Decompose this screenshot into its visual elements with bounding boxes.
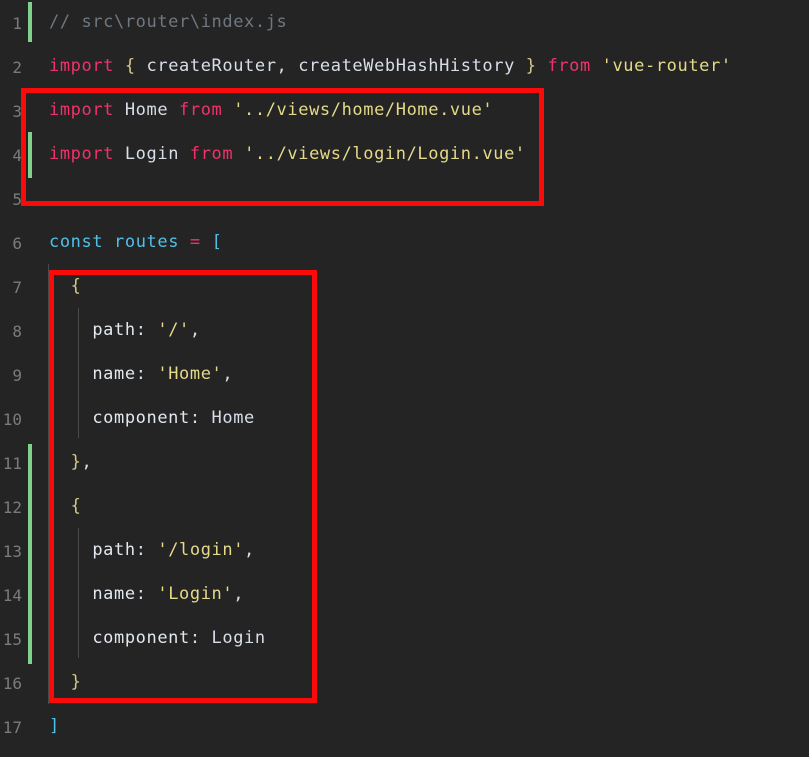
token-punct: ,	[233, 584, 245, 604]
token-keyword: import	[49, 56, 115, 76]
code-content[interactable]: // src\router\index.js import { createRou…	[0, 0, 809, 757]
token-kw2: routes	[114, 232, 180, 252]
token-string: '../views/home/Home.vue'	[233, 100, 494, 120]
token-punct: :	[135, 540, 158, 560]
code-line[interactable]: name: 'Login',	[49, 584, 245, 604]
token-punct: ,	[81, 452, 93, 472]
token-ident: Home	[211, 408, 255, 428]
token-brace: }	[525, 56, 537, 76]
token-string: '/login'	[157, 540, 245, 560]
code-line[interactable]: }	[49, 672, 82, 692]
token-brace: }	[49, 452, 82, 472]
code-line[interactable]: {	[49, 276, 82, 296]
code-line[interactable]: component: Home	[49, 408, 255, 428]
token-keyword: from	[179, 100, 223, 120]
token-keyword: import	[49, 144, 115, 164]
token-punct: :	[135, 584, 158, 604]
token-string: '/'	[157, 320, 190, 340]
token-string: '../views/login/Login.vue'	[244, 144, 526, 164]
token-keyword: import	[49, 100, 115, 120]
code-line[interactable]: path: '/login',	[49, 540, 255, 560]
token-prop: component	[49, 408, 190, 428]
code-line[interactable]: {	[49, 496, 82, 516]
token-brace: {	[124, 56, 136, 76]
code-line[interactable]: },	[49, 452, 93, 472]
token-bracket: ]	[49, 716, 60, 736]
code-editor: 1 2 3 4 5 6 7 8 9 10 11 12 13 14 15 16 17 // src\router\…	[0, 0, 809, 757]
token-keyword: from	[189, 144, 234, 164]
token-keyword: from	[547, 56, 591, 76]
code-line[interactable]: // src\router\index.js	[49, 12, 288, 32]
code-line[interactable]: import { createRouter, createWebHashHist…	[49, 56, 732, 76]
code-line[interactable]: ]	[49, 716, 60, 736]
token-prop: path	[49, 540, 136, 560]
code-line[interactable]: import Home from '../views/home/Home.vue…	[49, 100, 494, 120]
token-comment: // src\router\index.js	[49, 12, 288, 32]
code-line[interactable]: component: Login	[49, 628, 266, 648]
token-string: 'vue-router'	[601, 56, 732, 76]
token-brace: {	[49, 496, 82, 516]
token-brace: {	[49, 276, 82, 296]
token-punct: :	[189, 628, 212, 648]
code-line[interactable]: const routes = [	[49, 232, 223, 252]
token-punct: ,	[222, 364, 234, 384]
token-prop: name	[49, 584, 136, 604]
token-punct: ,	[244, 540, 255, 560]
token-punct: :	[189, 408, 212, 428]
token-kw2: const	[49, 232, 104, 252]
token-prop: component	[49, 628, 190, 648]
token-ident: Login	[114, 144, 190, 164]
token-prop: path	[49, 320, 136, 340]
token-string: 'Home'	[157, 364, 223, 384]
token-ident: createRouter, createWebHashHistory	[135, 56, 526, 76]
code-line[interactable]: path: '/',	[49, 320, 201, 340]
code-line[interactable]: import Login from '../views/login/Login.…	[49, 144, 526, 164]
token-punct: :	[135, 320, 158, 340]
token-brace: }	[49, 672, 82, 692]
token-punct: ,	[189, 320, 201, 340]
code-line[interactable]: name: 'Home',	[49, 364, 234, 384]
token-bracket: [	[211, 232, 223, 252]
token-op: =	[189, 232, 201, 252]
token-prop: name	[49, 364, 136, 384]
token-ident: Home	[114, 100, 180, 120]
token-punct: :	[135, 364, 158, 384]
token-ident: Login	[211, 628, 266, 648]
token-string: 'Login'	[157, 584, 234, 604]
